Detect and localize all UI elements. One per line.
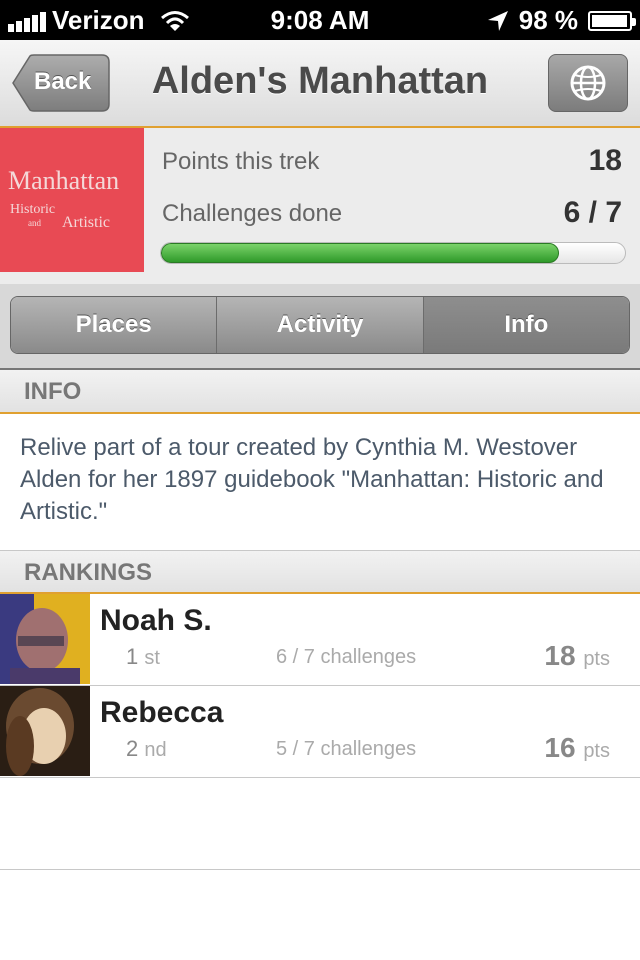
back-button[interactable]: Back — [12, 54, 110, 112]
avatar — [0, 594, 90, 684]
challenges-value: 6 / 7 — [563, 196, 622, 229]
points-label: Points this trek — [162, 148, 320, 175]
info-section-header: INFO — [0, 370, 640, 414]
empty-list-row — [0, 778, 640, 870]
ranking-challenges: 5 / 7 challenges — [276, 738, 417, 760]
challenges-progress-bar — [160, 242, 626, 264]
ranking-challenges: 6 / 7 challenges — [276, 646, 417, 668]
trek-summary: Manhattan Historic and Artistic Points t… — [0, 128, 640, 284]
tab-places[interactable]: Places — [11, 297, 218, 353]
map-button[interactable] — [548, 54, 628, 112]
tab-bar: Places Activity Info — [0, 284, 640, 370]
tab-info[interactable]: Info — [423, 297, 629, 353]
battery-icon — [588, 10, 636, 31]
location-arrow-icon — [487, 10, 508, 31]
status-right: 98 % — [487, 5, 636, 36]
ranking-points: 16 pts — [544, 732, 610, 763]
ranking-name: Noah S. — [100, 604, 212, 637]
avatar — [0, 686, 90, 776]
ranking-row[interactable]: Noah S. 1 st 6 / 7 challenges 18 pts — [0, 594, 640, 686]
page-title: Alden's Manhattan — [151, 60, 489, 102]
ranking-name: Rebecca — [100, 696, 224, 729]
points-value: 18 — [588, 144, 622, 177]
globe-icon — [570, 65, 606, 101]
battery-fill — [592, 14, 628, 27]
ranking-points: 18 pts — [544, 640, 610, 671]
ranking-position: 1 st — [126, 644, 160, 669]
back-button-label: Back — [34, 68, 92, 95]
cover-line-2: and — [28, 218, 41, 228]
segmented-control: Places Activity Info — [10, 296, 630, 354]
progress-fill — [161, 243, 559, 263]
tab-activity[interactable]: Activity — [217, 297, 424, 353]
ranking-position: 2 nd — [126, 736, 167, 761]
trek-cover-image: Manhattan Historic and Artistic — [0, 128, 144, 272]
rankings-section-header: RANKINGS — [0, 550, 640, 594]
cover-line-3: Artistic — [62, 214, 110, 231]
cover-line-1: Historic — [10, 202, 56, 217]
info-description: Relive part of a tour created by Cynthia… — [20, 434, 604, 525]
ranking-row[interactable]: Rebecca 2 nd 5 / 7 challenges 16 pts — [0, 686, 640, 778]
navigation-bar: Back Alden's Manhattan — [0, 40, 640, 128]
status-bar: Verizon 9:08 AM 98 % — [0, 0, 640, 40]
battery-percent: 98 % — [518, 5, 578, 35]
cover-title: Manhattan — [8, 166, 120, 195]
challenges-label: Challenges done — [162, 200, 343, 227]
